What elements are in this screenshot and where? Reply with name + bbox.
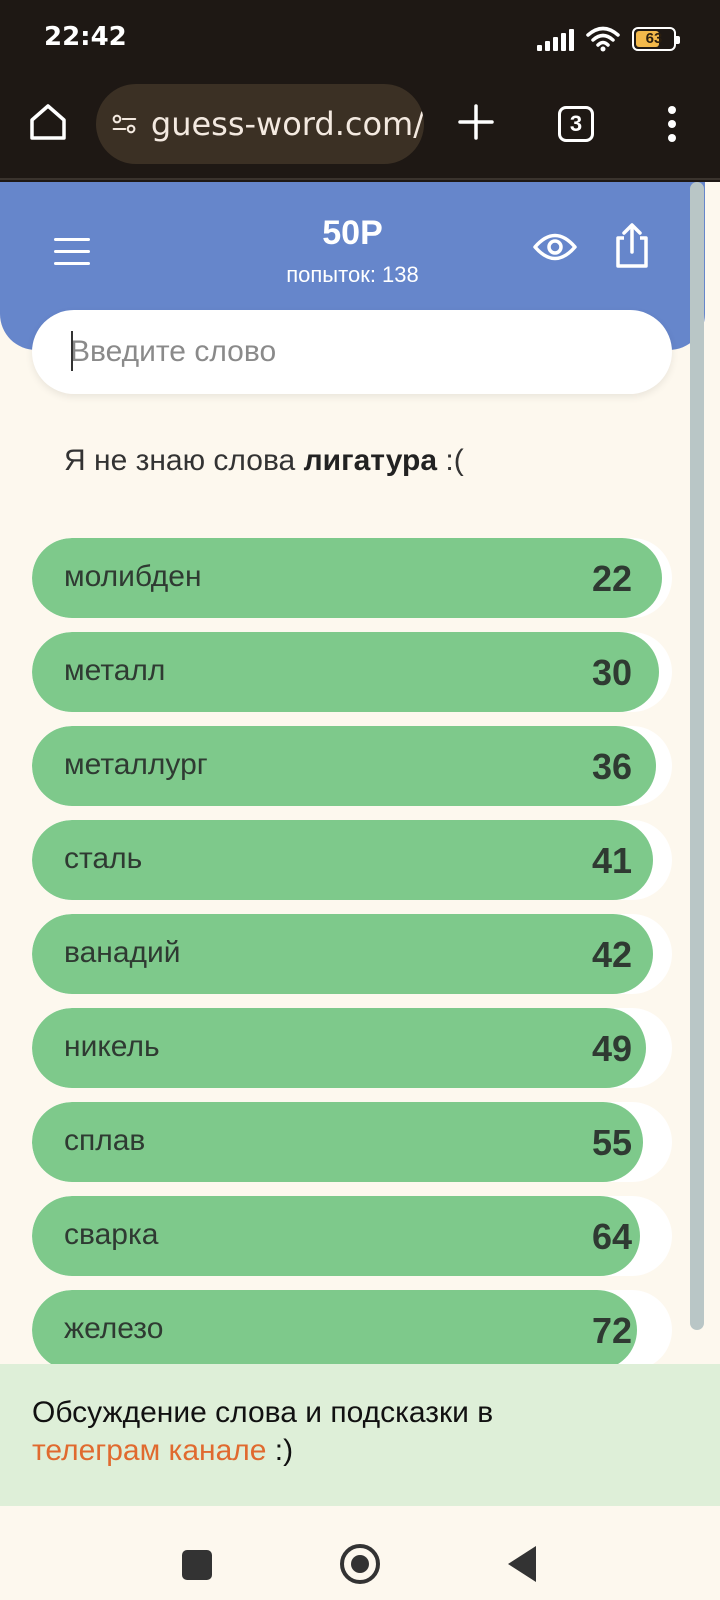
attempts-counter: попыток: 138 bbox=[286, 262, 419, 287]
game-title: 50P bbox=[322, 214, 383, 252]
scrollbar[interactable] bbox=[690, 182, 704, 1330]
telegram-banner-text: Обсуждение слова и подсказки в телеграм … bbox=[32, 1394, 672, 1470]
telegram-link[interactable]: телеграм канале bbox=[32, 1434, 266, 1467]
new-tab-icon[interactable] bbox=[456, 100, 496, 144]
word-rank: 55 bbox=[591, 1122, 632, 1163]
message-prefix: Я не знаю слова bbox=[64, 444, 296, 477]
word-rank: 64 bbox=[591, 1216, 632, 1257]
unknown-word-message: Я не знаю слова лигатура :( bbox=[64, 444, 464, 478]
more-menu-icon[interactable] bbox=[660, 102, 684, 146]
share-icon[interactable] bbox=[614, 222, 650, 270]
status-icons: 63 bbox=[537, 24, 680, 54]
browser-toolbar: guess-word.com/ 3 bbox=[0, 80, 720, 180]
word-rank: 72 bbox=[591, 1310, 632, 1351]
word-rank: 22 bbox=[591, 558, 632, 599]
guessed-word: сварка bbox=[64, 1218, 159, 1251]
back-button[interactable] bbox=[508, 1546, 536, 1582]
guessed-word: металл bbox=[64, 654, 166, 687]
word-row: железо 72 bbox=[32, 1290, 672, 1370]
tab-switcher-button[interactable]: 3 bbox=[558, 106, 594, 142]
word-rank: 49 bbox=[591, 1028, 632, 1069]
system-nav-bar bbox=[0, 1506, 720, 1600]
word-row: сплав 55 bbox=[32, 1102, 672, 1182]
home-icon[interactable] bbox=[26, 100, 70, 144]
word-row: сварка 64 bbox=[32, 1196, 672, 1276]
word-row: ванадий 42 bbox=[32, 914, 672, 994]
address-bar[interactable]: guess-word.com/ bbox=[96, 84, 424, 164]
word-rank: 30 bbox=[591, 652, 632, 693]
word-row: сталь 41 bbox=[32, 820, 672, 900]
status-bar: 22:42 63 bbox=[0, 0, 720, 80]
word-input[interactable] bbox=[32, 310, 672, 394]
word-rank: 42 bbox=[591, 934, 632, 975]
eye-icon[interactable] bbox=[532, 230, 578, 264]
word-row: молибден 22 bbox=[32, 538, 672, 618]
wifi-icon bbox=[586, 26, 620, 52]
recents-button[interactable] bbox=[182, 1550, 212, 1580]
signal-icon bbox=[537, 27, 574, 51]
guessed-word: ванадий bbox=[64, 936, 181, 969]
guessed-word: сплав bbox=[64, 1124, 146, 1157]
status-time: 22:42 bbox=[44, 22, 127, 52]
word-row: металлург 36 bbox=[32, 726, 672, 806]
banner-suffix: :) bbox=[266, 1434, 294, 1467]
url-text[interactable]: guess-word.com/ bbox=[151, 105, 424, 143]
message-suffix: :( bbox=[445, 444, 464, 477]
web-page: 50P попыток: 138 Я не знаю слова лигатур… bbox=[0, 182, 720, 1506]
site-settings-icon[interactable] bbox=[112, 110, 137, 138]
battery-icon: 63 bbox=[632, 27, 680, 51]
text-caret bbox=[71, 331, 73, 371]
battery-level: 63 bbox=[645, 30, 663, 47]
guessed-word: металлург bbox=[64, 748, 208, 781]
word-row: металл 30 bbox=[32, 632, 672, 712]
guessed-word: молибден bbox=[64, 560, 202, 593]
telegram-banner: Обсуждение слова и подсказки в телеграм … bbox=[0, 1364, 720, 1506]
guessed-word: сталь bbox=[64, 842, 143, 875]
banner-text: Обсуждение слова и подсказки в bbox=[32, 1396, 494, 1429]
word-rank: 36 bbox=[591, 746, 632, 787]
word-row: никель 49 bbox=[32, 1008, 672, 1088]
home-button[interactable] bbox=[340, 1544, 380, 1584]
unknown-word: лигатура bbox=[303, 444, 438, 477]
guessed-word: железо bbox=[64, 1312, 164, 1345]
guessed-word: никель bbox=[64, 1030, 160, 1063]
word-rank: 41 bbox=[591, 840, 632, 881]
